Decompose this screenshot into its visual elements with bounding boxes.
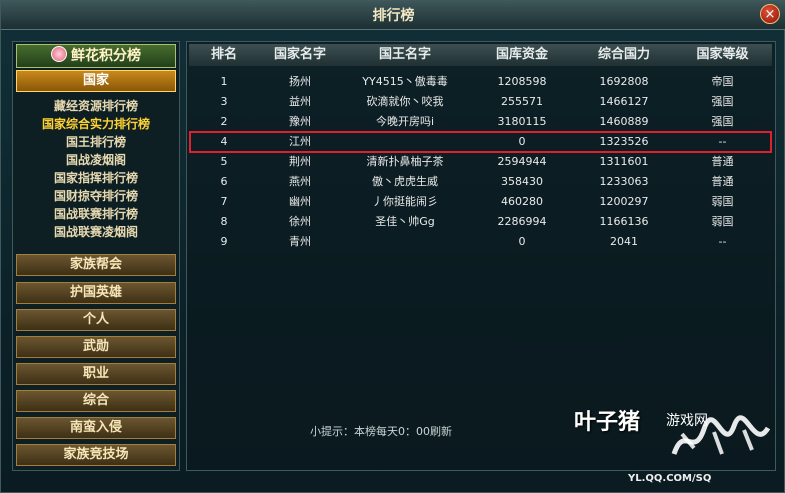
cell-country: 徐州 xyxy=(289,215,311,228)
table-header: 排名 国家名字 国王名字 国库资金 综合国力 国家等级 xyxy=(189,44,772,66)
sub-item-league-hall[interactable]: 国战联赛凌烟阁 xyxy=(16,223,176,241)
category-sidebar: 鲜花积分榜 国家 藏经资源排行榜 国家综合实力排行榜 国王排行榜 国战凌烟阁 国… xyxy=(12,41,180,471)
cell-power: 1311601 xyxy=(599,155,649,168)
cell-rank: 5 xyxy=(220,155,228,168)
sub-item-command-ranking[interactable]: 国家指挥排行榜 xyxy=(16,169,176,187)
column-header-king[interactable]: 国王名字 xyxy=(341,44,469,66)
cell-king: 丿你挺能闹彡 xyxy=(372,195,438,208)
table-row[interactable]: 2 豫州 今晚开房吗i 3180115 1460889 强国 xyxy=(189,112,772,132)
cell-country: 幽州 xyxy=(289,195,311,208)
cell-treasury: 358430 xyxy=(501,175,543,188)
cell-level: 弱国 xyxy=(711,215,734,228)
window-title: 排行榜 xyxy=(372,8,415,24)
cell-level: -- xyxy=(718,235,727,248)
cell-power: 1466127 xyxy=(599,95,649,108)
table-row[interactable]: 6 燕州 傲丶虎虎生威 358430 1233063 普通 xyxy=(189,172,772,192)
category-profession-button[interactable]: 职业 xyxy=(16,363,176,385)
cell-power: 1166136 xyxy=(599,215,649,228)
site-watermark: 叶子猪 游戏网 YL.QQ.COM/SQ xyxy=(574,400,774,484)
sub-item-king-ranking[interactable]: 国王排行榜 xyxy=(16,133,176,151)
cell-treasury: 0 xyxy=(518,235,526,248)
table-row[interactable]: 8 徐州 圣佳丶帅Gg 2286994 1166136 弱国 xyxy=(189,212,772,232)
cell-king: 清新扑鼻柚子茶 xyxy=(366,155,444,168)
sub-item-plunder-ranking[interactable]: 国财掠夺排行榜 xyxy=(16,187,176,205)
watermark-url: YL.QQ.COM/SQ xyxy=(628,473,712,484)
cell-country: 豫州 xyxy=(289,115,311,128)
cell-power: 1692808 xyxy=(599,75,649,88)
sub-item-league-ranking[interactable]: 国战联赛排行榜 xyxy=(16,205,176,223)
category-guardian-hero-button[interactable]: 护国英雄 xyxy=(16,282,176,304)
table-row[interactable]: 7 幽州 丿你挺能闹彡 460280 1200297 弱国 xyxy=(189,192,772,212)
cell-king: 傲丶虎虎生威 xyxy=(372,175,438,188)
cell-power: 1200297 xyxy=(599,195,649,208)
cell-treasury: 3180115 xyxy=(497,115,547,128)
cell-country: 青州 xyxy=(289,235,311,248)
column-header-country[interactable]: 国家名字 xyxy=(259,44,341,66)
close-button[interactable]: × xyxy=(760,4,780,24)
refresh-tip: 小提示：本榜每天0：00刷新 xyxy=(310,425,452,438)
cell-king xyxy=(341,232,469,252)
cell-country: 扬州 xyxy=(289,75,311,88)
sub-item-country-power-ranking[interactable]: 国家综合实力排行榜 xyxy=(16,115,176,133)
cell-rank: 3 xyxy=(220,95,228,108)
category-family-guild-button[interactable]: 家族帮会 xyxy=(16,254,176,276)
category-overall-button[interactable]: 综合 xyxy=(16,390,176,412)
cell-country: 燕州 xyxy=(289,175,311,188)
cell-treasury: 255571 xyxy=(501,95,543,108)
cell-rank: 7 xyxy=(220,195,228,208)
column-header-power[interactable]: 综合国力 xyxy=(575,44,673,66)
cell-country: 益州 xyxy=(289,95,311,108)
table-row[interactable]: 3 益州 砍滴就你丶咬我 255571 1466127 强国 xyxy=(189,92,772,112)
watermark-site: 叶子猪 xyxy=(574,410,641,435)
column-header-treasury[interactable]: 国库资金 xyxy=(469,44,575,66)
column-header-rank[interactable]: 排名 xyxy=(189,44,259,66)
cell-treasury: 2594944 xyxy=(497,155,547,168)
category-invasion-button[interactable]: 南蛮入侵 xyxy=(16,417,176,439)
cell-king: 今晚开房吗i xyxy=(375,115,435,128)
highlight-box xyxy=(189,131,772,153)
cell-level: 普通 xyxy=(711,155,734,168)
cell-rank: 9 xyxy=(220,235,228,248)
cell-treasury: 460280 xyxy=(501,195,543,208)
category-family-arena-button[interactable]: 家族竞技场 xyxy=(16,444,176,466)
calligraphy-logo-icon xyxy=(671,415,771,455)
cell-country: 荆州 xyxy=(289,155,311,168)
cell-treasury: 2286994 xyxy=(497,215,547,228)
cell-rank: 6 xyxy=(220,175,228,188)
sub-item-war-hall[interactable]: 国战凌烟阁 xyxy=(16,151,176,169)
cell-level: 强国 xyxy=(711,95,734,108)
cell-power: 1460889 xyxy=(599,115,649,128)
cell-rank: 8 xyxy=(220,215,228,228)
sub-item-resource-ranking[interactable]: 藏经资源排行榜 xyxy=(16,97,176,115)
category-country-button[interactable]: 国家 xyxy=(16,70,176,92)
cell-king: 砍滴就你丶咬我 xyxy=(366,95,444,108)
cell-power: 1233063 xyxy=(599,175,649,188)
cell-level: 帝国 xyxy=(711,75,734,88)
title-bar[interactable]: 排行榜 × xyxy=(1,1,785,30)
category-personal-button[interactable]: 个人 xyxy=(16,309,176,331)
cell-power: 2041 xyxy=(610,235,638,248)
cell-treasury: 1208598 xyxy=(497,75,547,88)
flower-ranking-label: 鲜花积分榜 xyxy=(71,48,141,64)
cell-rank: 2 xyxy=(220,115,228,128)
category-merit-button[interactable]: 武勋 xyxy=(16,336,176,358)
flower-ranking-button[interactable]: 鲜花积分榜 xyxy=(16,44,176,68)
table-row[interactable]: 1 扬州 YY4515丶傲毒毒 1208598 1692808 帝国 xyxy=(189,72,772,92)
cell-rank: 1 xyxy=(220,75,228,88)
flower-icon xyxy=(51,46,67,62)
cell-king: YY4515丶傲毒毒 xyxy=(362,75,448,88)
column-header-level[interactable]: 国家等级 xyxy=(673,44,772,66)
table-row[interactable]: 9 青州 0 2041 -- xyxy=(189,232,772,252)
cell-king: 圣佳丶帅Gg xyxy=(375,215,435,228)
table-row[interactable]: 5 荆州 清新扑鼻柚子茶 2594944 1311601 普通 xyxy=(189,152,772,172)
ranking-window: 排行榜 × 鲜花积分榜 国家 藏经资源排行榜 国家综合实力排行榜 国王排行榜 国… xyxy=(0,0,785,493)
cell-level: 弱国 xyxy=(711,195,734,208)
cell-level: 强国 xyxy=(711,115,734,128)
cell-level: 普通 xyxy=(711,175,734,188)
